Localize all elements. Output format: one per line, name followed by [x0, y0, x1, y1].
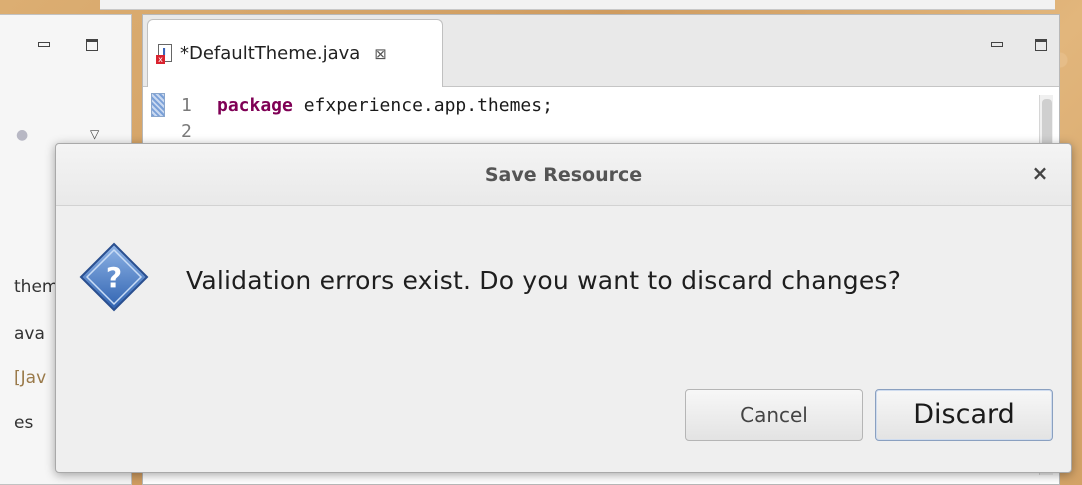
maximize-editor-button[interactable] [1035, 39, 1049, 53]
tab-label: *DefaultTheme.java [180, 43, 361, 64]
discard-button[interactable]: Discard [875, 389, 1053, 441]
code-line-1[interactable]: package efxperience.app.themes; [217, 95, 553, 116]
dialog-header: Save Resource × [56, 144, 1071, 206]
dialog-title: Save Resource [484, 164, 643, 186]
maximize-icon [86, 39, 98, 51]
dialog-message: Validation errors exist. Do you want to … [186, 266, 902, 295]
minimize-editor-button[interactable] [991, 39, 1005, 53]
save-resource-dialog: Save Resource × ? Validation errors exis… [55, 143, 1072, 473]
close-tab-icon[interactable]: ⊠ [374, 45, 387, 63]
minimize-icon [991, 42, 1003, 47]
tab-defaulttheme-java[interactable]: Jx *DefaultTheme.java ⊠ [147, 19, 443, 87]
minimize-view-button[interactable] [38, 39, 52, 53]
tree-item[interactable]: es [14, 413, 33, 433]
tree-item[interactable]: [Jav [14, 368, 46, 388]
code-text: efxperience.app.themes; [292, 95, 553, 116]
maximize-view-button[interactable] [86, 39, 100, 53]
line-number: 2 [181, 121, 192, 142]
tree-item[interactable]: ava [14, 324, 45, 344]
close-icon[interactable]: × [1029, 162, 1051, 184]
minimize-icon [38, 42, 50, 47]
scrollbar-thumb[interactable] [1042, 99, 1052, 149]
maximize-icon [1035, 39, 1047, 51]
link-editor-icon[interactable]: ● [16, 127, 36, 143]
question-icon: ? [79, 242, 149, 312]
java-file-error-icon: Jx [156, 43, 174, 64]
cancel-button[interactable]: Cancel [685, 389, 863, 441]
view-menu-chevron-icon[interactable]: ▽ [90, 127, 106, 141]
editor-tabbar: Jx *DefaultTheme.java ⊠ [143, 15, 1059, 87]
tree-item[interactable]: them [14, 277, 58, 297]
change-marker-icon [151, 93, 165, 117]
line-number: 1 [181, 95, 192, 116]
svg-text:?: ? [106, 261, 122, 294]
toolbar-strip [100, 0, 1055, 10]
code-keyword: package [217, 95, 293, 116]
